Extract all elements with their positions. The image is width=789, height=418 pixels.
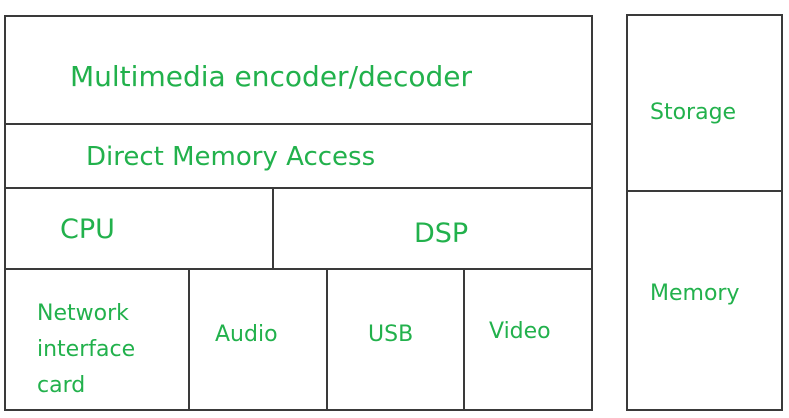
divider-encoder-dma [4,123,593,125]
storage-memory-block [626,14,783,411]
storage-label: Storage [650,100,737,125]
divider-cpu-dsp [272,188,274,269]
divider-cpu-io [4,268,593,270]
divider-dma-cpu [4,187,593,189]
divider-usb-video [463,269,465,410]
usb-label: USB [368,322,414,347]
cpu-label: CPU [60,214,115,245]
video-label: Video [489,319,551,344]
memory-label: Memory [650,281,740,306]
dsp-label: DSP [414,218,469,249]
nic-label: Network interface card [37,301,136,398]
dma-label: Direct Memory Access [86,142,376,172]
audio-label: Audio [215,322,278,347]
encoder-decoder-label: Multimedia encoder/decoder [70,60,473,93]
divider-nic-audio [188,269,190,410]
divider-audio-usb [326,269,328,410]
divider-storage-memory [626,190,783,192]
